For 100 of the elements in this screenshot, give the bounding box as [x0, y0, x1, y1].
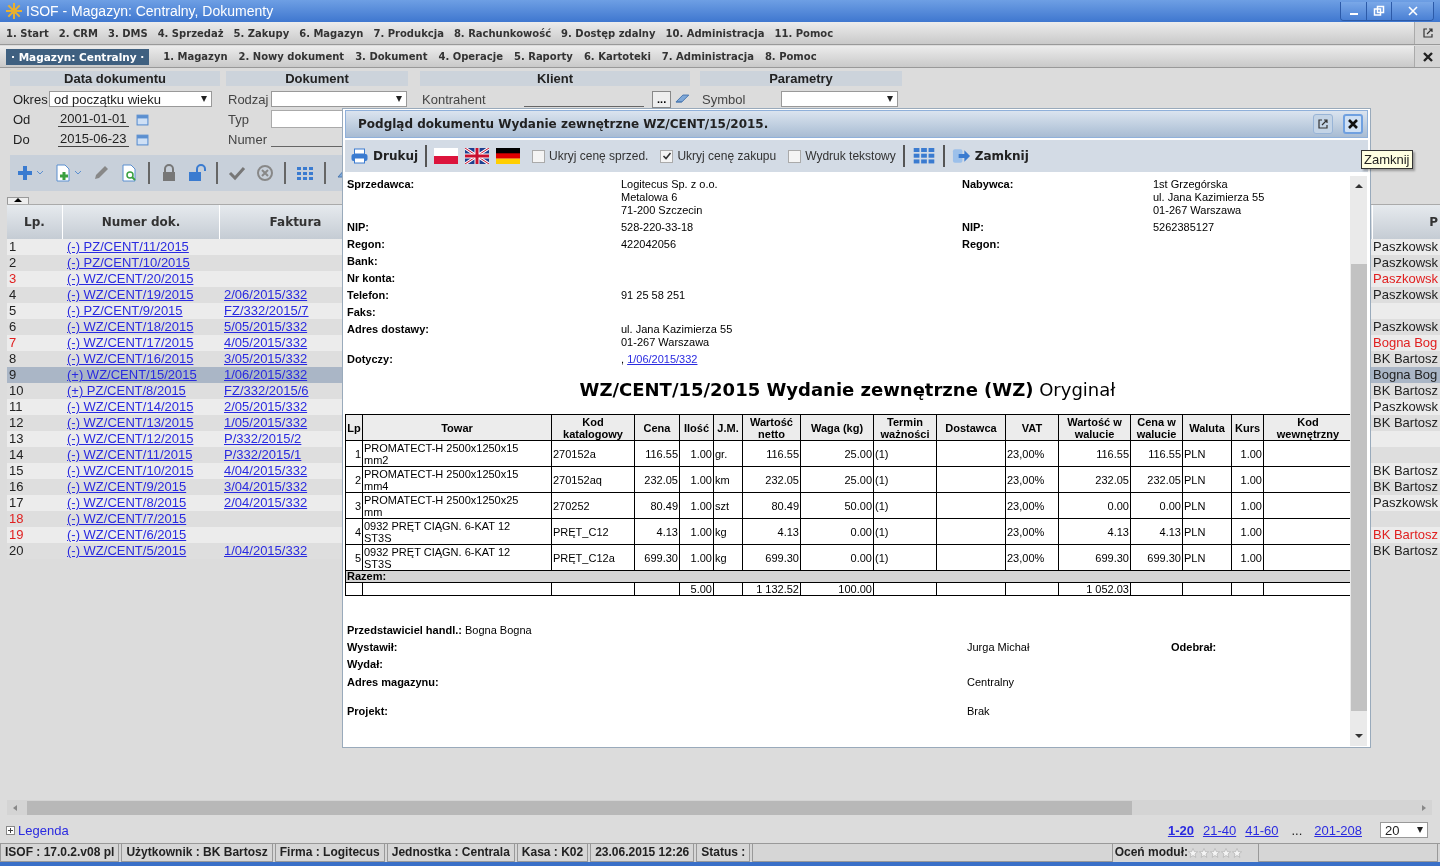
document-link[interactable]: (-) WZ/CENT/6/2015 — [65, 527, 187, 542]
option-checkbox[interactable]: Ukryj cenę sprzed. — [532, 149, 649, 163]
invoice-link[interactable]: 2/06/2015/332 — [222, 287, 308, 302]
invoice-link[interactable]: 2/05/2015/332 — [222, 399, 308, 414]
table-cell: km — [715, 473, 730, 486]
document-link[interactable]: (-) WZ/CENT/12/2015 — [65, 431, 194, 446]
menu-item[interactable]: 1. Start — [6, 27, 49, 39]
new-document-icon[interactable] — [54, 164, 72, 182]
document-link[interactable]: (-) WZ/CENT/13/2015 — [65, 415, 194, 430]
menu-item[interactable]: 3. DMS — [107, 27, 148, 39]
page-link[interactable]: 201-208 — [1314, 822, 1362, 838]
document-link[interactable]: (-) WZ/CENT/14/2015 — [65, 399, 194, 414]
menu-item[interactable]: 8. Pomoc — [764, 51, 817, 62]
invoice-link[interactable]: 4/04/2015/332 — [222, 463, 308, 478]
document-link[interactable]: (-) PZ/CENT/9/2015 — [65, 303, 183, 318]
date-field[interactable]: 2001-01-01 — [58, 111, 129, 127]
invoice-link[interactable]: P/332/2015/1 — [222, 447, 302, 462]
popout-button[interactable] — [1313, 114, 1333, 134]
date-field[interactable]: 2015-06-23 — [58, 131, 129, 147]
british-flag-icon[interactable] — [465, 148, 490, 164]
menu-item[interactable]: 11. Pomoc — [774, 27, 834, 39]
invoice-link[interactable]: 1/04/2015/332 — [222, 543, 308, 558]
vertical-scrollbar[interactable] — [1350, 176, 1367, 746]
menu-item[interactable]: 3. Dokument — [355, 51, 428, 62]
invoice-link[interactable]: 5/05/2015/332 — [222, 319, 308, 334]
document-link[interactable]: (-) WZ/CENT/16/2015 — [65, 351, 194, 366]
menu-item[interactable]: 6. Kartoteki — [583, 51, 651, 62]
menu-item[interactable]: 7. Produkcja — [373, 27, 444, 39]
restore-button[interactable] — [1366, 1, 1391, 20]
page-link[interactable]: 21-40 — [1202, 822, 1237, 838]
cancel-icon[interactable] — [256, 164, 274, 182]
invoice-link[interactable]: 1/06/2015/332 — [222, 367, 308, 382]
calendar-icon[interactable] — [135, 132, 149, 146]
document-link[interactable]: (-) WZ/CENT/10/2015 — [65, 463, 194, 478]
unlock-icon[interactable] — [188, 164, 206, 182]
menu-item[interactable]: 1. Magazyn — [163, 51, 228, 62]
invoice-link[interactable]: FZ/332/2015/7 — [222, 303, 309, 318]
menu-item[interactable]: 9. Dostęp zdalny — [561, 27, 656, 39]
menu-item[interactable]: 2. CRM — [58, 27, 98, 39]
legend-link[interactable]: Legenda — [18, 822, 69, 838]
polish-flag-icon[interactable] — [434, 148, 459, 164]
invoice-link[interactable]: 4/05/2015/332 — [222, 335, 308, 350]
document-link[interactable]: (-) WZ/CENT/8/2015 — [65, 495, 187, 510]
german-flag-icon[interactable] — [496, 148, 521, 164]
invoice-link[interactable]: P/332/2015/2 — [222, 431, 302, 446]
invoice-link[interactable]: 3/04/2015/332 — [222, 479, 308, 494]
document-link[interactable]: (-) WZ/CENT/19/2015 — [65, 287, 194, 302]
page-size-dropdown[interactable]: 20 — [1380, 822, 1428, 838]
document-link[interactable]: (-) WZ/CENT/7/2015 — [65, 511, 187, 526]
caret-icon[interactable] — [36, 170, 44, 176]
menu-item[interactable]: 5. Zakupy — [233, 27, 290, 39]
page-link[interactable]: 41-60 — [1245, 822, 1279, 838]
document-link[interactable]: (+) WZ/CENT/15/2015 — [65, 367, 197, 382]
document-link[interactable]: (-) WZ/CENT/11/2015 — [65, 447, 193, 462]
browse-button[interactable]: ... — [652, 90, 672, 108]
lock-icon[interactable] — [160, 164, 178, 182]
option-checkbox[interactable]: Ukryj cenę zakupu — [660, 149, 777, 163]
add-icon[interactable] — [16, 164, 34, 182]
menu-item[interactable]: 4. Operacje — [438, 51, 503, 62]
minimize-button[interactable] — [1341, 1, 1366, 20]
expand-icon[interactable] — [6, 825, 15, 835]
document-link[interactable]: (+) PZ/CENT/8/2015 — [65, 383, 186, 398]
document-link[interactable]: (-) WZ/CENT/5/2015 — [65, 543, 187, 558]
invoice-link[interactable]: FZ/332/2015/6 — [222, 383, 309, 398]
invoice-link[interactable]: 2/04/2015/332 — [222, 495, 308, 510]
module-button[interactable]: · Magazyn: Centralny · — [6, 48, 150, 65]
menu-item[interactable]: 5. Raporty — [513, 51, 573, 62]
document-link[interactable]: (-) WZ/CENT/9/2015 — [65, 479, 187, 494]
close-button[interactable] — [1343, 114, 1363, 134]
option-checkbox[interactable]: Wydruk tekstowy — [788, 149, 896, 163]
menu-item[interactable]: 10. Administracja — [665, 27, 765, 39]
invoice-link[interactable]: 3/05/2015/332 — [222, 351, 308, 366]
symbol-dropdown[interactable] — [781, 91, 898, 107]
invoice-link[interactable]: 1/05/2015/332 — [222, 415, 308, 430]
menu-item[interactable]: 7. Administracja — [661, 51, 754, 62]
close-button[interactable] — [1414, 46, 1440, 67]
document-link[interactable]: (-) WZ/CENT/20/2015 — [65, 271, 194, 286]
print-button[interactable]: Drukuj — [350, 148, 419, 164]
page-link[interactable]: 1-20 — [1167, 822, 1194, 838]
caret-icon[interactable] — [74, 170, 82, 176]
document-link[interactable]: (-) WZ/CENT/17/2015 — [65, 335, 194, 350]
document-link[interactable]: (-) PZ/CENT/10/2015 — [65, 255, 190, 270]
document-link[interactable]: (-) PZ/CENT/11/2015 — [65, 239, 189, 254]
pencil-icon[interactable] — [92, 164, 110, 182]
grid-icon[interactable] — [296, 164, 314, 182]
horizontal-scrollbar[interactable] — [7, 800, 1432, 815]
period-dropdown[interactable]: od początku wieku — [49, 91, 212, 107]
menu-item[interactable]: 8. Rachunkowość — [453, 27, 552, 39]
calendar-icon[interactable] — [135, 112, 149, 126]
eraser-icon[interactable] — [674, 93, 690, 105]
column-header[interactable]: P — [1373, 205, 1440, 239]
menu-item[interactable]: 2. Nowy dokument — [238, 51, 345, 62]
close-button[interactable]: Zamknij — [951, 148, 1029, 164]
menu-item[interactable]: 6. Magazyn — [299, 27, 364, 39]
document-link[interactable]: 1/06/2015/332 — [627, 353, 698, 365]
grid-icon[interactable] — [911, 148, 936, 164]
menu-item[interactable]: 4. Sprzedaż — [157, 27, 224, 39]
document-search-icon[interactable] — [120, 164, 138, 182]
check-icon[interactable] — [228, 164, 246, 182]
document-link[interactable]: (-) WZ/CENT/18/2015 — [65, 319, 194, 334]
